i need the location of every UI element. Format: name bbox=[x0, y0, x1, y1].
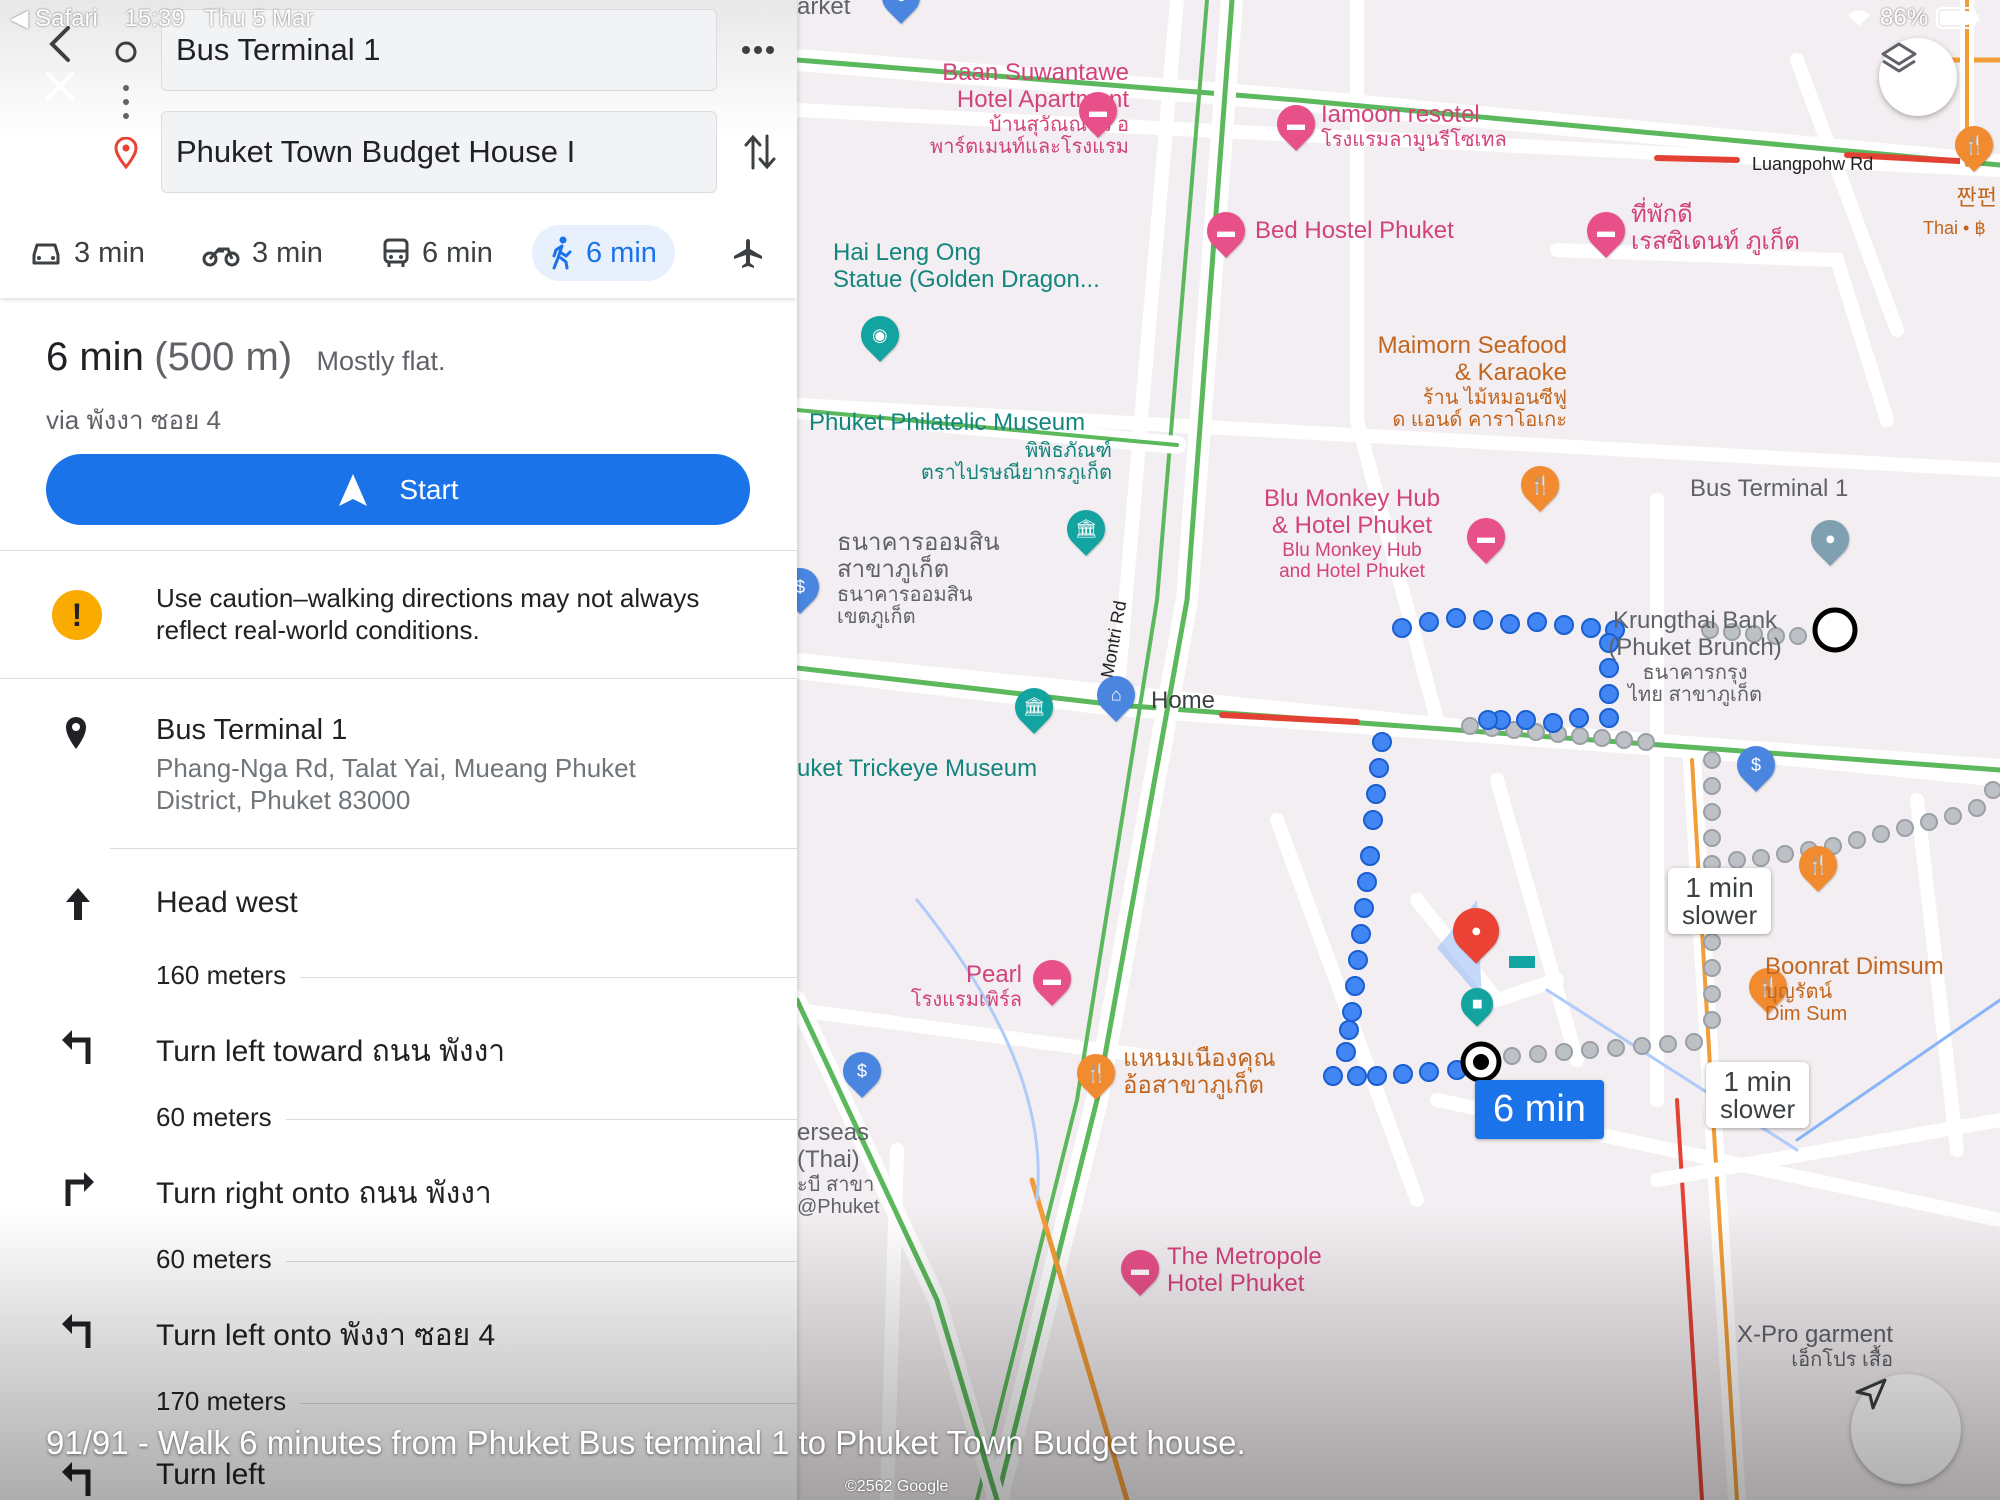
status-time: 15:39 bbox=[124, 5, 185, 32]
turn-left-icon bbox=[58, 1310, 98, 1350]
close-icon bbox=[46, 72, 74, 100]
directions-header: Bus Terminal 1 Phuket Town Budget House … bbox=[0, 0, 797, 298]
photo-caption: 91/91 - Walk 6 minutes from Phuket Bus t… bbox=[46, 1424, 1246, 1461]
origin-place-address: Phang-Nga Rd, Talat Yai, Mueang Phuket D… bbox=[156, 753, 636, 815]
tab-transit[interactable]: 6 min bbox=[364, 225, 511, 281]
turn-left-icon bbox=[58, 1026, 98, 1066]
korean-restaurant-label: 짠펀 bbox=[1956, 185, 1997, 210]
layers-button[interactable] bbox=[1879, 38, 1957, 116]
directions-panel: Bus Terminal 1 Phuket Town Budget House … bbox=[0, 0, 797, 1500]
restaurant-category-label: Thai • ฿ bbox=[1923, 218, 1986, 238]
tab-flight[interactable] bbox=[714, 225, 782, 281]
map-view[interactable]: ● arket Baan Suwantawe Hotel Apartment บ… bbox=[797, 0, 2000, 1500]
battery-icon bbox=[1936, 7, 1980, 29]
route-terrain: Mostly flat. bbox=[316, 346, 446, 376]
plane-icon bbox=[734, 239, 762, 268]
swap-route-button[interactable] bbox=[740, 130, 780, 174]
tab-walk[interactable]: 6 min bbox=[532, 225, 675, 281]
khanom-label: แหนมเนืองคุณ อ้อสาขาภูเก็ต bbox=[1123, 1045, 1276, 1099]
step-instruction[interactable]: Turn right onto ถนน พังงา bbox=[156, 1170, 492, 1217]
battery-percent: 86% bbox=[1880, 4, 1929, 31]
travel-mode-tabs: 3 min 3 min 6 min 6 min bbox=[0, 225, 797, 285]
trickeye-museum-label: uket Trickeye Museum bbox=[797, 755, 1038, 782]
market-label: arket bbox=[797, 0, 851, 20]
origin-place-name: Bus Terminal 1 bbox=[156, 714, 348, 746]
wifi-icon bbox=[1848, 10, 1870, 26]
start-button[interactable]: Start bbox=[46, 454, 750, 525]
divider bbox=[0, 678, 797, 679]
route-time-chip[interactable]: 6 min bbox=[1475, 1080, 1604, 1139]
route-dots-icon bbox=[116, 82, 136, 122]
gsb-bank-label: ธนาคารออมสิน สาขาภูเก็ต ธนาคารออมสิน เขต… bbox=[837, 529, 1000, 629]
divider bbox=[110, 848, 797, 849]
blu-monkey-label: Blu Monkey Hub & Hotel Phuket Blu Monkey… bbox=[1263, 485, 1441, 583]
philatelic-museum-thai-label: พิพิธภัณฑ์ ตราไปรษณียากรภูเก็ต bbox=[920, 440, 1112, 485]
navigation-arrow-icon bbox=[339, 473, 368, 506]
status-date: Thu 5 Mar bbox=[204, 5, 314, 32]
arrow-up-icon bbox=[58, 884, 98, 924]
back-to-app-link[interactable]: ◀ Safari bbox=[10, 5, 98, 32]
krungthai-bank-label: Krungthai Bank (Phuket Brunch) ธนาคารกรุ… bbox=[1608, 607, 1782, 707]
alt-route-bubble[interactable]: 1 min slower bbox=[1668, 868, 1772, 934]
x-pro-label: X-Pro garment เอ็กโปร เสื้อ bbox=[1736, 1321, 1893, 1371]
iamoon-label: Iamoon resotel โรงแรมลามูนรีโซเทล bbox=[1321, 101, 1507, 151]
metropole-label: The Metropole Hotel Phuket bbox=[1167, 1243, 1322, 1297]
bed-hostel-label: Bed Hostel Phuket bbox=[1255, 217, 1454, 244]
walking-caution-text: Use caution–walking directions may not a… bbox=[156, 583, 700, 645]
bus-terminal-label: Bus Terminal 1 bbox=[1690, 475, 1849, 502]
step-instruction[interactable]: Turn left onto พังงา ซอย 4 bbox=[156, 1312, 495, 1359]
divider bbox=[0, 550, 797, 551]
turn-right-icon bbox=[58, 1168, 98, 1208]
navigation-arrow-icon bbox=[1855, 1378, 1887, 1410]
route-via: via พังงา ซอย 4 bbox=[46, 405, 221, 435]
map-copyright: ©2562 Google bbox=[845, 1478, 949, 1495]
overseas-bank-label: erseas (Thai) ะบี สาขา @Phuket bbox=[797, 1119, 880, 1219]
status-bar-left: ◀ Safari 15:39 Thu 5 Mar bbox=[10, 4, 314, 33]
status-bar-right: 86% bbox=[1846, 4, 1980, 32]
destination-field[interactable]: Phuket Town Budget House I bbox=[161, 111, 717, 193]
recenter-button[interactable] bbox=[1851, 1374, 1961, 1484]
destination-pin-icon bbox=[112, 136, 140, 170]
pearl-label: Pearl โรงแรมเพิร์ล bbox=[910, 961, 1022, 1011]
walk-icon bbox=[552, 236, 572, 270]
road-label: Luangpohw Rd bbox=[1752, 154, 1874, 174]
swap-vertical-icon bbox=[744, 134, 776, 170]
step-instruction[interactable]: Turn left bbox=[156, 1458, 265, 1492]
tab-drive[interactable]: 3 min bbox=[12, 225, 163, 281]
thipakdi-label: ที่พักดี เรสซิเดนท์ ภูเก็ต bbox=[1631, 201, 1800, 255]
step-distance: 160 meters bbox=[156, 960, 301, 991]
boonrat-label: Boonrat Dimsum บุญรัตน์ Dim Sum bbox=[1765, 953, 1944, 1026]
step-distance: 60 meters bbox=[156, 1102, 286, 1133]
home-label: Home bbox=[1151, 687, 1216, 714]
maimorn-label: Maimorn Seafood & Karaoke ร้าน ไม้หมอนซี… bbox=[1377, 332, 1567, 432]
tab-motorbike[interactable]: 3 min bbox=[184, 225, 341, 281]
turn-left-icon bbox=[58, 1458, 98, 1498]
origin-circle-icon bbox=[112, 38, 140, 66]
bus-icon bbox=[383, 238, 409, 267]
route-duration: 6 min bbox=[46, 335, 144, 379]
more-options-button[interactable] bbox=[736, 36, 780, 64]
warning-icon: ! bbox=[52, 590, 102, 640]
more-horizontal-icon bbox=[742, 46, 774, 54]
route-distance: (500 m) bbox=[154, 335, 293, 379]
philatelic-museum-label: Phuket Philatelic Museum bbox=[809, 409, 1086, 436]
step-distance: 60 meters bbox=[156, 1244, 286, 1275]
motorbike-icon bbox=[202, 247, 240, 267]
place-pin-icon bbox=[64, 716, 88, 755]
step-instruction[interactable]: Turn left toward ถนน พังงา bbox=[156, 1028, 505, 1075]
close-button[interactable] bbox=[38, 64, 82, 108]
car-icon bbox=[32, 243, 60, 265]
hai-leng-ong-label: Hai Leng Ong Statue (Golden Dragon... bbox=[833, 239, 1100, 293]
alt-route-bubble[interactable]: 1 min slower bbox=[1706, 1062, 1810, 1128]
route-summary: 6 min (500 m) Mostly flat. bbox=[46, 335, 446, 380]
layers-icon bbox=[1881, 42, 1917, 73]
step-distance: 170 meters bbox=[156, 1386, 301, 1417]
step-instruction[interactable]: Head west bbox=[156, 886, 298, 920]
